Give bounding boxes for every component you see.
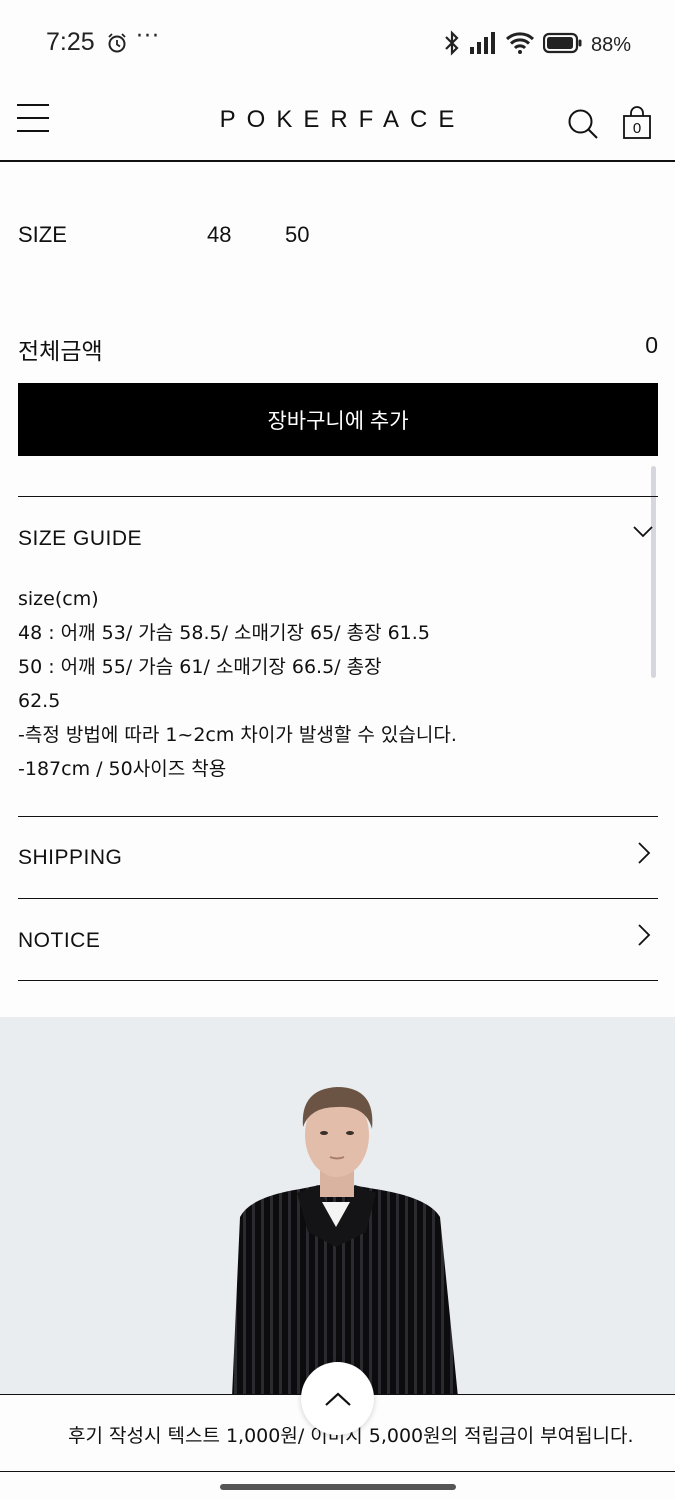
chevron-right-icon[interactable] <box>637 924 651 950</box>
size-guide-line: 62.5 <box>18 690 61 712</box>
size-guide-line: 50 : 어깨 55/ 가슴 61/ 소매기장 66.5/ 총장 <box>18 656 382 678</box>
size-option-50[interactable]: 50 <box>285 222 309 248</box>
size-guide-content: size(cm) 48 : 어깨 53/ 가슴 58.5/ 소매기장 65/ 총… <box>18 582 618 786</box>
product-photo <box>0 1017 675 1397</box>
signal-icon <box>469 31 497 59</box>
more-notifications-icon: ··· <box>136 24 160 49</box>
size-guide-toggle[interactable]: SIZE GUIDE <box>18 527 142 551</box>
notice-toggle[interactable]: NOTICE <box>18 929 100 953</box>
bluetooth-icon <box>443 30 461 60</box>
battery-icon <box>542 32 583 58</box>
chevron-down-icon[interactable] <box>633 524 653 543</box>
status-time: 7:25 <box>46 28 95 56</box>
divider <box>18 898 658 899</box>
cart-icon[interactable]: 0 <box>622 106 652 144</box>
divider <box>18 816 658 817</box>
status-bar: 7:25 ··· 88% <box>0 0 675 88</box>
divider <box>18 496 658 497</box>
site-header: POKERFACE 0 <box>0 88 675 162</box>
system-nav-bar <box>0 1472 675 1500</box>
battery-level: 88% <box>590 33 631 56</box>
cart-count: 0 <box>633 120 641 137</box>
shipping-toggle[interactable]: SHIPPING <box>18 846 122 870</box>
scrollbar[interactable] <box>651 466 656 678</box>
size-label: SIZE <box>18 222 67 247</box>
size-guide-line: -측정 방법에 따라 1~2cm 차이가 발생할 수 있습니다. <box>18 724 457 746</box>
add-to-cart-button[interactable]: 장바구니에 추가 <box>18 383 658 456</box>
search-icon[interactable] <box>567 108 599 144</box>
size-guide-line: 48 : 어깨 53/ 가슴 58.5/ 소매기장 65/ 총장 61.5 <box>18 622 430 644</box>
scroll-to-top-button[interactable] <box>301 1362 374 1435</box>
home-gesture-handle[interactable] <box>220 1484 456 1490</box>
alarm-icon <box>106 32 128 58</box>
total-price-value: 0 <box>645 332 658 358</box>
divider <box>18 980 658 981</box>
status-icons: 88% <box>443 30 631 60</box>
total-price-label: 전체금액 <box>18 339 103 365</box>
chevron-up-icon <box>324 1392 351 1406</box>
chevron-right-icon[interactable] <box>637 842 651 868</box>
size-guide-line: -187cm / 50사이즈 착용 <box>18 758 227 780</box>
size-option-48[interactable]: 48 <box>207 222 231 248</box>
size-guide-line: size(cm) <box>18 588 99 610</box>
wifi-icon <box>505 31 535 59</box>
